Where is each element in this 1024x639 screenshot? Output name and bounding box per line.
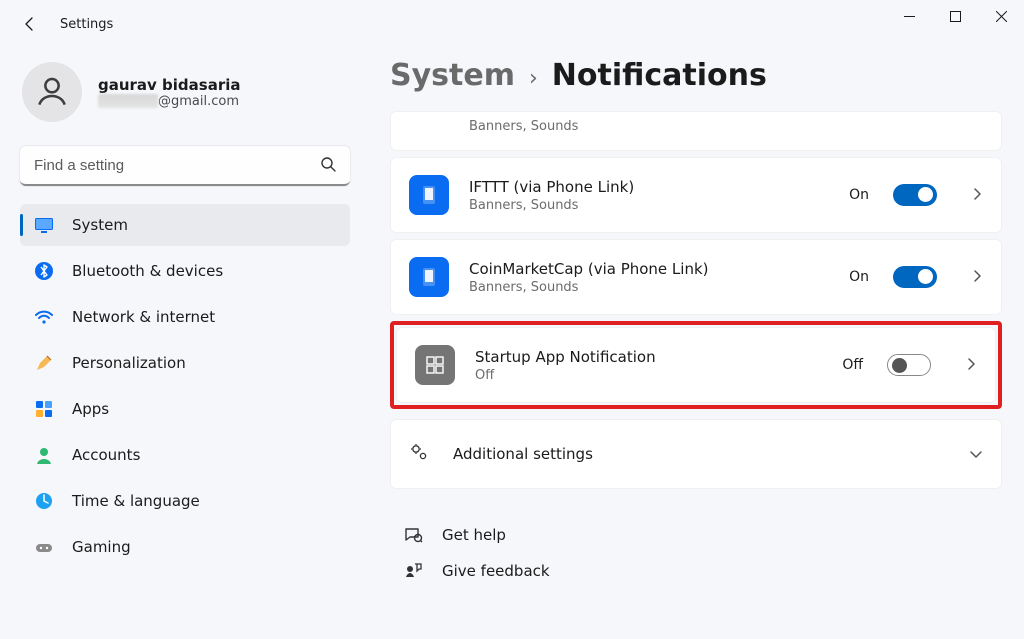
chevron-right-icon [965, 356, 977, 375]
notification-row-partial[interactable]: Banners, Sounds [390, 111, 1002, 151]
sidebar-item-label: Personalization [72, 354, 186, 372]
breadcrumb-parent[interactable]: System [390, 58, 515, 93]
app-sub: Off [475, 368, 822, 383]
sidebar-nav: System Bluetooth & devices Network & int… [16, 204, 354, 568]
minimize-icon [904, 11, 915, 22]
additional-settings-row[interactable]: Additional settings [390, 419, 1002, 489]
profile-block[interactable]: gaurav bidasaria @gmail.com [16, 56, 354, 136]
account-icon [34, 445, 54, 465]
avatar [22, 62, 82, 122]
toggle-state-label: Off [842, 357, 863, 373]
maximize-icon [950, 11, 961, 22]
notification-row-ifttt[interactable]: IFTTT (via Phone Link) Banners, Sounds O… [390, 157, 1002, 233]
breadcrumb-current: Notifications [552, 58, 767, 93]
search-wrap [20, 146, 350, 186]
toggle-switch[interactable] [893, 184, 937, 206]
highlight-box: Startup App Notification Off Off [390, 321, 1002, 409]
search-icon [320, 156, 336, 176]
app-icon [409, 175, 449, 215]
breadcrumb-separator: › [529, 66, 538, 91]
sidebar-item-personalization[interactable]: Personalization [20, 342, 350, 384]
link-label: Get help [442, 526, 506, 544]
back-button[interactable] [12, 6, 48, 42]
toggle-switch[interactable] [893, 266, 937, 288]
grid-icon [424, 354, 446, 376]
maximize-button[interactable] [932, 0, 978, 32]
paintbrush-icon [34, 353, 54, 373]
apps-icon [34, 399, 54, 419]
person-icon [33, 73, 71, 111]
toggle-state-label: On [849, 187, 869, 203]
additional-settings-label: Additional settings [453, 445, 931, 463]
sidebar-item-time-language[interactable]: Time & language [20, 480, 350, 522]
phone-link-icon [418, 184, 440, 206]
sidebar-item-gaming[interactable]: Gaming [20, 526, 350, 568]
sidebar-item-label: Network & internet [72, 308, 215, 326]
sidebar-item-label: Bluetooth & devices [72, 262, 223, 280]
window-controls [886, 0, 1024, 32]
feedback-icon [402, 561, 424, 581]
sidebar: gaurav bidasaria @gmail.com System [0, 48, 362, 639]
breadcrumb: System › Notifications [390, 58, 1002, 93]
sidebar-item-label: Accounts [72, 446, 140, 464]
sidebar-item-label: System [72, 216, 128, 234]
profile-email: @gmail.com [98, 94, 241, 109]
main-content: System › Notifications Banners, Sounds I… [362, 48, 1024, 639]
email-suffix: @gmail.com [158, 94, 239, 109]
footer-links: Get help Give feedback [390, 517, 1002, 589]
chevron-down-icon [969, 445, 983, 464]
app-name: IFTTT (via Phone Link) [469, 178, 829, 196]
phone-link-icon [418, 266, 440, 288]
notification-row-startup-app[interactable]: Startup App Notification Off Off [396, 327, 996, 403]
app-icon [409, 257, 449, 297]
help-icon [402, 525, 424, 545]
wifi-icon [34, 307, 54, 327]
sidebar-item-label: Time & language [72, 492, 200, 510]
sidebar-item-apps[interactable]: Apps [20, 388, 350, 430]
window-title: Settings [60, 17, 113, 32]
app-sub: Banners, Sounds [469, 280, 829, 295]
sidebar-item-system[interactable]: System [20, 204, 350, 246]
sidebar-item-label: Apps [72, 400, 109, 418]
app-name: Startup App Notification [475, 348, 822, 366]
chevron-right-icon [971, 186, 983, 205]
minimize-button[interactable] [886, 0, 932, 32]
sidebar-item-label: Gaming [72, 538, 131, 556]
profile-text: gaurav bidasaria @gmail.com [98, 76, 241, 109]
app-name: CoinMarketCap (via Phone Link) [469, 260, 829, 278]
sidebar-item-bluetooth[interactable]: Bluetooth & devices [20, 250, 350, 292]
profile-name: gaurav bidasaria [98, 76, 241, 94]
app-sub: Banners, Sounds [469, 119, 983, 134]
display-icon [34, 215, 54, 235]
notification-row-coinmarketcap[interactable]: CoinMarketCap (via Phone Link) Banners, … [390, 239, 1002, 315]
close-icon [996, 11, 1007, 22]
gears-icon [409, 442, 429, 466]
search-input[interactable] [20, 146, 350, 186]
sidebar-item-network[interactable]: Network & internet [20, 296, 350, 338]
link-label: Give feedback [442, 562, 550, 580]
app-icon [415, 345, 455, 385]
get-help-link[interactable]: Get help [390, 517, 1002, 553]
sidebar-item-accounts[interactable]: Accounts [20, 434, 350, 476]
bluetooth-icon [34, 261, 54, 281]
chevron-right-icon [971, 268, 983, 287]
gamepad-icon [34, 537, 54, 557]
app-sub: Banners, Sounds [469, 198, 829, 213]
close-button[interactable] [978, 0, 1024, 32]
titlebar: Settings [0, 0, 1024, 48]
globe-clock-icon [34, 491, 54, 511]
arrow-left-icon [22, 16, 38, 32]
give-feedback-link[interactable]: Give feedback [390, 553, 1002, 589]
email-redacted [98, 94, 158, 108]
toggle-state-label: On [849, 269, 869, 285]
toggle-switch[interactable] [887, 354, 931, 376]
